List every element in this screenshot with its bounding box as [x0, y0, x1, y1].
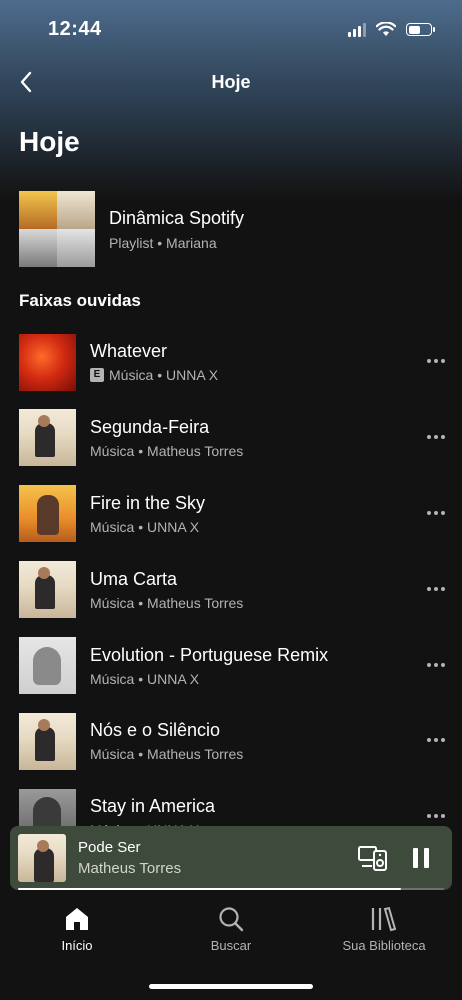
pause-icon — [413, 848, 429, 868]
page-title: Hoje — [19, 126, 80, 157]
battery-icon — [406, 23, 435, 36]
track-row[interactable]: Uma Carta Música • Matheus Torres — [19, 561, 451, 619]
track-cover — [19, 409, 76, 467]
track-row[interactable]: Nós e o Silêncio Música • Matheus Torres — [19, 712, 451, 770]
track-title: Segunda-Feira — [90, 416, 210, 437]
wifi-icon — [376, 22, 396, 36]
cellular-signal-icon — [348, 22, 366, 37]
nav-home[interactable]: Início — [17, 906, 137, 953]
track-title: Uma Carta — [90, 568, 178, 589]
playlist-row[interactable]: Dinâmica Spotify Playlist • Mariana — [19, 191, 443, 267]
track-subtitle: Música • Matheus Torres — [90, 594, 244, 611]
home-indicator — [149, 984, 313, 989]
nav-library[interactable]: Sua Biblioteca — [324, 906, 444, 953]
track-cover — [19, 485, 76, 543]
track-subtitle: Música • UNNA X — [90, 518, 200, 535]
more-options-button[interactable] — [421, 351, 451, 371]
connect-device-button[interactable] — [356, 841, 390, 875]
playlist-mosaic-cover — [19, 191, 95, 267]
speaker-device-icon — [358, 846, 387, 871]
now-playing-bar[interactable]: Pode Ser Matheus Torres — [10, 826, 452, 890]
home-icon — [66, 908, 88, 930]
more-options-button[interactable] — [421, 655, 451, 675]
track-cover — [19, 712, 76, 770]
search-icon — [219, 907, 244, 932]
more-options-button[interactable] — [421, 579, 451, 599]
track-cover — [19, 333, 76, 391]
now-playing-artist: Matheus Torres — [78, 860, 182, 877]
track-subtitle: Música • Matheus Torres — [90, 442, 244, 459]
nav-search[interactable]: Buscar — [171, 906, 291, 953]
more-options-button[interactable] — [421, 503, 451, 523]
track-row[interactable]: Segunda-Feira Música • Matheus Torres — [19, 409, 451, 467]
nav-library-label: Sua Biblioteca — [342, 938, 426, 953]
more-options-button[interactable] — [421, 806, 451, 826]
section-heading: Faixas ouvidas — [19, 291, 141, 310]
now-playing-cover — [18, 834, 66, 882]
more-options-button[interactable] — [421, 427, 451, 447]
track-title: Stay in America — [90, 796, 216, 817]
track-row[interactable]: Evolution - Portuguese Remix Música • UN… — [19, 637, 451, 695]
track-subtitle: Música • UNNA X — [109, 367, 219, 383]
track-subtitle: Música • UNNA X — [90, 670, 200, 687]
playlist-title: Dinâmica Spotify — [109, 207, 245, 228]
status-bar: 12:44 — [0, 0, 462, 60]
track-title: Evolution - Portuguese Remix — [90, 644, 329, 665]
status-time: 12:44 — [48, 18, 102, 40]
playlist-subtitle: Playlist • Mariana — [109, 234, 217, 251]
now-playing-title: Pode Ser — [78, 839, 141, 856]
track-title: Nós e o Silêncio — [90, 720, 221, 741]
track-cover — [19, 637, 76, 695]
track-row[interactable]: Fire in the Sky Música • UNNA X — [19, 485, 451, 543]
track-cover — [19, 561, 76, 619]
status-icons — [348, 22, 435, 37]
track-title: Fire in the Sky — [90, 492, 206, 513]
header-title: Hoje — [211, 72, 251, 92]
nav-search-label: Buscar — [210, 938, 252, 953]
explicit-badge: E — [90, 368, 104, 382]
library-icon — [371, 907, 397, 932]
more-options-button[interactable] — [421, 730, 451, 750]
track-list: Whatever E Música • UNNA X Segunda-Feira … — [19, 333, 451, 864]
track-title: Whatever — [90, 341, 168, 361]
pause-button[interactable] — [404, 841, 438, 875]
nav-home-label: Início — [61, 938, 93, 953]
track-subtitle: Música • Matheus Torres — [90, 746, 244, 763]
track-row[interactable]: Whatever E Música • UNNA X — [19, 333, 451, 391]
nav-header: Hoje — [0, 62, 462, 102]
